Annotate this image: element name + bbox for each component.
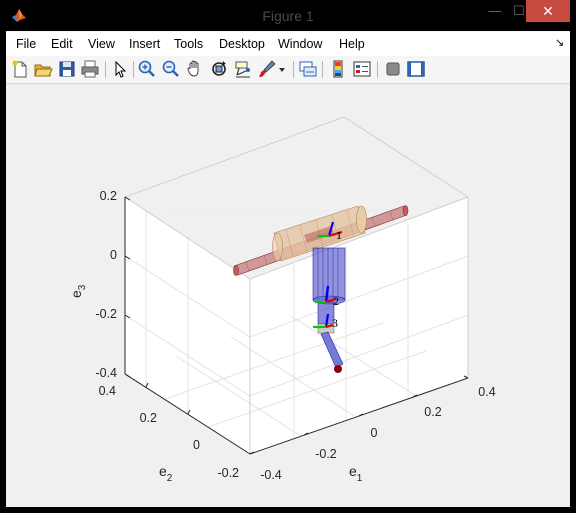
red-cylinder-end	[233, 265, 239, 276]
z-axis-label-sub: 3	[77, 284, 88, 290]
link-plot-icon[interactable]	[298, 59, 318, 79]
menu-file[interactable]: File	[16, 37, 36, 51]
menu-insert[interactable]: Insert	[129, 37, 160, 51]
insert-legend-icon[interactable]	[352, 59, 372, 79]
menu-desktop[interactable]: Desktop	[219, 37, 265, 51]
z-axis-label-base: e	[68, 290, 84, 298]
y-axis-label-sub: 2	[167, 473, 173, 484]
menu-window[interactable]: Window	[278, 37, 322, 51]
menu-tools[interactable]: Tools	[174, 37, 203, 51]
rotate-3d-icon[interactable]	[209, 59, 229, 79]
x-tick-label: -0.4	[260, 468, 282, 482]
figure-toolbar	[6, 56, 570, 84]
insert-colorbar-icon[interactable]	[328, 59, 348, 79]
toolbar-separator	[133, 61, 134, 78]
z-axis-label: e3	[68, 284, 88, 298]
x-tick-label: 0.2	[424, 405, 441, 419]
red-cylinder-end	[402, 205, 409, 216]
figure-window: Figure 1 — ☐ ✕ File Edit View Insert Too…	[0, 0, 576, 513]
edit-plot-arrow-icon[interactable]	[110, 59, 130, 79]
menu-view[interactable]: View	[88, 37, 115, 51]
z-tick-label: -0.4	[95, 366, 117, 380]
x-tick-label: 0	[371, 426, 378, 440]
frame2-label: 2	[333, 294, 339, 308]
x-tick-label: 0.4	[478, 385, 495, 399]
z-tick-labels: 0.2 0 -0.2 -0.4	[95, 189, 117, 380]
y-tick-label: 0	[193, 438, 200, 452]
zoom-out-icon[interactable]	[161, 59, 181, 79]
y-tick-label: 0.2	[140, 411, 157, 425]
figure-canvas[interactable]: 1 2 3 0.2 0 -0.2 -0.4 0.4 0.2 0 -0.2 -0.…	[6, 84, 570, 507]
new-figure-icon[interactable]	[10, 59, 30, 79]
y-tick-label: 0.4	[99, 384, 116, 398]
print-icon[interactable]	[80, 59, 100, 79]
z-tick-label: 0.2	[100, 189, 117, 203]
open-file-icon[interactable]	[33, 59, 53, 79]
brush-icon[interactable]	[257, 59, 277, 79]
frame1-label: 1	[336, 228, 342, 242]
brush-dropdown-icon[interactable]	[277, 59, 287, 79]
menu-bar: File Edit View Insert Tools Desktop Wind…	[6, 32, 570, 56]
frame3-label: 3	[332, 316, 338, 330]
title-bar[interactable]: Figure 1 — ☐ ✕	[0, 0, 576, 31]
z-tick-label: 0	[110, 248, 117, 262]
dock-arrow-icon[interactable]: ↘	[555, 36, 564, 49]
x-axis-label-base: e	[349, 463, 357, 479]
tan-cylinder-end	[356, 205, 367, 234]
hide-plot-tools-icon[interactable]	[383, 59, 403, 79]
zoom-in-icon[interactable]	[137, 59, 157, 79]
menu-help[interactable]: Help	[339, 37, 365, 51]
pan-hand-icon[interactable]	[185, 59, 205, 79]
z-tick-label: -0.2	[95, 307, 117, 321]
axes-3d[interactable]: 1 2 3 0.2 0 -0.2 -0.4 0.4 0.2 0 -0.2 -0.…	[6, 84, 570, 507]
tan-cylinder-end	[272, 232, 283, 262]
y-tick-label: -0.2	[217, 466, 239, 480]
toolbar-separator	[377, 61, 378, 78]
show-plot-tools-icon[interactable]	[406, 59, 426, 79]
toolbar-separator	[105, 61, 106, 78]
x-axis-label-sub: 1	[357, 473, 363, 484]
y-axis-label-base: e	[159, 463, 167, 479]
toolbar-separator	[322, 61, 323, 78]
toolbar-separator	[293, 61, 294, 78]
close-button[interactable]: ✕	[526, 0, 570, 22]
save-icon[interactable]	[57, 59, 77, 79]
y-axis-label: e2	[159, 463, 173, 484]
menu-edit[interactable]: Edit	[51, 37, 73, 51]
data-cursor-icon[interactable]	[233, 59, 253, 79]
x-tick-label: -0.2	[315, 447, 337, 461]
end-effector-marker	[334, 365, 342, 373]
x-axis-label: e1	[349, 463, 363, 484]
